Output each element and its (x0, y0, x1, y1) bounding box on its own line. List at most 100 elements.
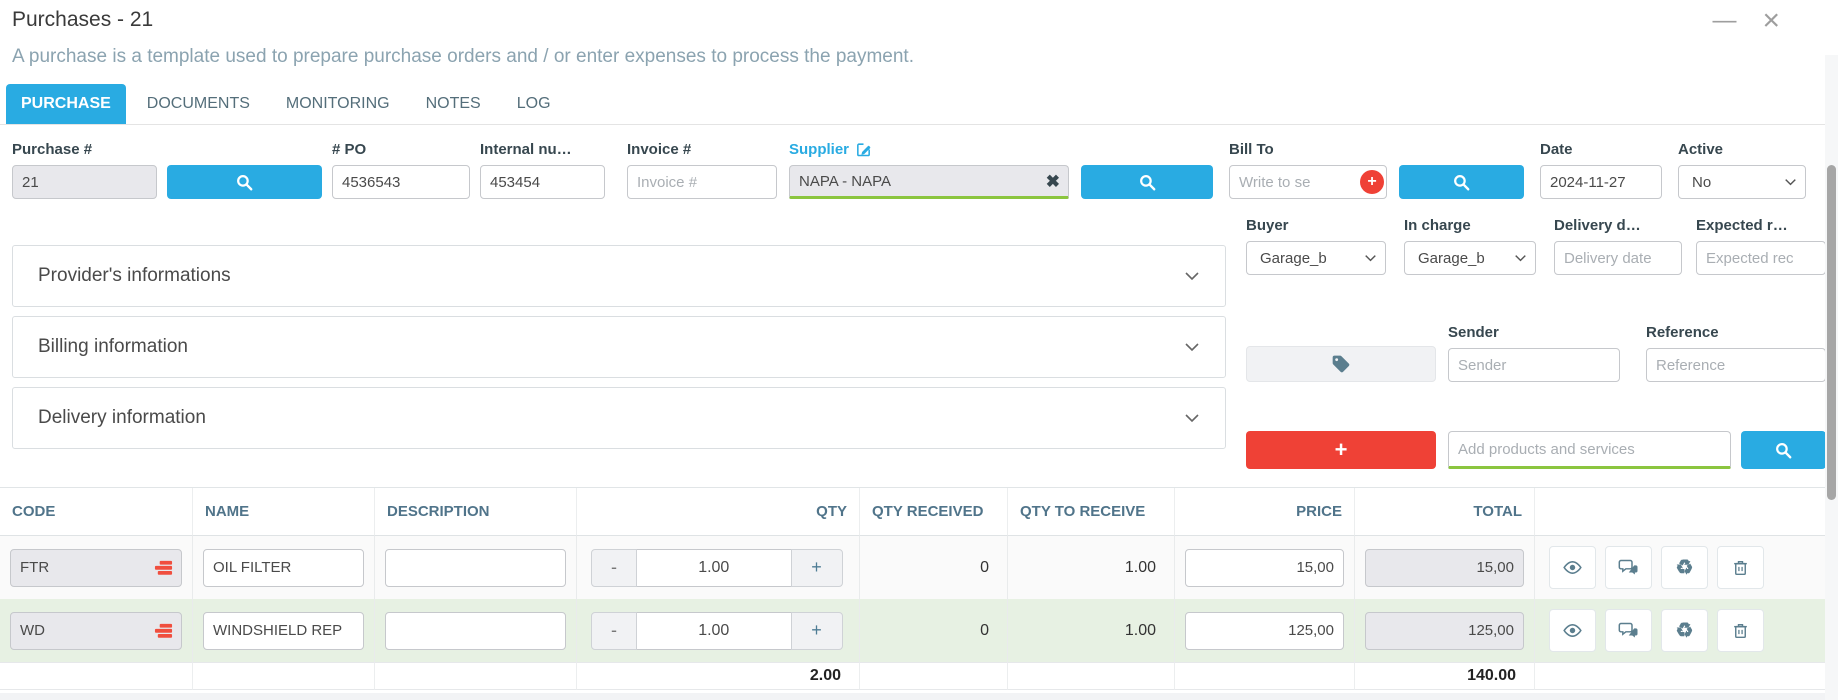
table-header-row: CODE NAME DESCRIPTION QTY QTY RECEIVED Q… (0, 488, 1838, 536)
supplier-field: Supplier ✖ (789, 141, 1069, 199)
qty-input[interactable] (637, 549, 791, 587)
chevron-down-icon (1510, 254, 1527, 262)
delivery-date-input[interactable] (1554, 241, 1682, 275)
in-charge-select[interactable]: Garage_b (1404, 241, 1536, 275)
purchases-modal: Purchases - 21 — × A purchase is a templ… (0, 0, 1838, 690)
comment-button[interactable] (1605, 609, 1652, 652)
stock-lines-icon[interactable] (154, 622, 173, 639)
recycle-icon: ♻ (1676, 621, 1694, 641)
qty-input[interactable] (637, 612, 791, 650)
reference-label: Reference (1646, 324, 1826, 341)
qty-increase-button[interactable]: + (791, 612, 843, 650)
price-input[interactable] (1185, 549, 1344, 587)
qty-decrease-button[interactable]: - (591, 612, 637, 650)
add-contact-badge[interactable]: + (1360, 170, 1384, 194)
plus-icon: + (1335, 437, 1348, 463)
sender-reference-row: Sender Reference (1246, 324, 1826, 382)
search-icon (235, 173, 254, 192)
in-charge-label: In charge (1404, 217, 1536, 234)
in-charge-select-value: Garage_b (1414, 250, 1485, 267)
invoice-number-field: Invoice # (627, 141, 777, 199)
chevron-down-icon (1184, 413, 1200, 423)
tags-button[interactable] (1246, 346, 1436, 382)
sender-label: Sender (1448, 324, 1620, 341)
search-icon (1138, 173, 1157, 192)
tab-notes[interactable]: NOTES (411, 84, 496, 124)
description-input[interactable] (385, 549, 566, 587)
buyer-label: Buyer (1246, 217, 1386, 234)
clear-supplier-icon[interactable]: ✖ (1046, 172, 1060, 192)
section-billing-information[interactable]: Billing information (12, 316, 1226, 378)
col-header-actions (1535, 488, 1838, 536)
supplier-search-button[interactable] (1081, 165, 1213, 199)
assignment-row: Buyer Garage_b In charge Garage_b (1246, 217, 1826, 275)
edit-supplier-icon[interactable] (855, 141, 872, 158)
po-number-field: # PO (332, 141, 470, 199)
stock-lines-icon[interactable] (154, 559, 173, 576)
delivery-date-label: Delivery d… (1554, 217, 1682, 234)
add-products-input[interactable] (1448, 431, 1731, 469)
qty-received-value: 0 (860, 536, 1008, 599)
supplier-label: Supplier (789, 141, 849, 158)
scrollbar-thumb[interactable] (1827, 165, 1836, 500)
description-input[interactable] (385, 612, 566, 650)
chat-icon (1618, 557, 1639, 578)
delete-button[interactable] (1717, 609, 1764, 652)
buyer-field: Buyer Garage_b (1246, 217, 1386, 275)
col-header-name: NAME (193, 488, 375, 536)
qty-received-value: 0 (860, 599, 1008, 662)
date-field: Date (1540, 141, 1662, 199)
purchase-search-button[interactable] (167, 165, 322, 199)
invoice-number-input[interactable] (627, 165, 777, 199)
recycle-button[interactable]: ♻ (1661, 546, 1708, 589)
right-column: Buyer Garage_b In charge Garage_b (1246, 217, 1826, 469)
trash-icon (1731, 621, 1750, 641)
view-button[interactable] (1549, 546, 1596, 589)
date-input[interactable] (1540, 165, 1662, 199)
close-icon[interactable]: × (1762, 10, 1780, 32)
qty-to-receive-value: 1.00 (1008, 599, 1175, 662)
page-subtitle: A purchase is a template used to prepare… (12, 46, 1826, 68)
grand-total-value: 140.00 (1355, 662, 1535, 690)
view-button[interactable] (1549, 609, 1596, 652)
bill-to-search-button[interactable] (1399, 165, 1524, 199)
sender-input[interactable] (1448, 348, 1620, 382)
po-number-input[interactable] (332, 165, 470, 199)
eye-icon (1562, 557, 1583, 578)
internal-number-input[interactable] (480, 165, 605, 199)
reference-input[interactable] (1646, 348, 1826, 382)
active-label: Active (1678, 141, 1806, 158)
supplier-input[interactable] (789, 165, 1069, 199)
price-input[interactable] (1185, 612, 1344, 650)
qty-stepper: - + (591, 612, 843, 650)
trash-icon (1731, 558, 1750, 578)
purchase-number-field: Purchase # (12, 141, 157, 199)
recycle-button[interactable]: ♻ (1661, 609, 1708, 652)
reference-field: Reference (1646, 324, 1826, 382)
modal-footer-strip (0, 693, 1838, 700)
qty-decrease-button[interactable]: - (591, 549, 637, 587)
expected-receipt-input[interactable] (1696, 241, 1826, 275)
products-search-button[interactable] (1741, 431, 1826, 469)
tab-purchase[interactable]: PURCHASE (6, 84, 126, 124)
tab-monitoring[interactable]: MONITORING (271, 84, 405, 124)
active-select[interactable]: No (1678, 165, 1806, 199)
buyer-select[interactable]: Garage_b (1246, 241, 1386, 275)
add-line-button[interactable]: + (1246, 431, 1436, 469)
section-providers-informations[interactable]: Provider's informations (12, 245, 1226, 307)
delete-button[interactable] (1717, 546, 1764, 589)
name-input[interactable] (203, 612, 364, 650)
tab-documents[interactable]: DOCUMENTS (132, 84, 265, 124)
section-delivery-information[interactable]: Delivery information (12, 387, 1226, 449)
internal-number-label: Internal nu… (480, 141, 605, 158)
minimize-icon[interactable]: — (1712, 10, 1736, 32)
comment-button[interactable] (1605, 546, 1652, 589)
name-input[interactable] (203, 549, 364, 587)
tab-log[interactable]: LOG (502, 84, 566, 124)
internal-number-field: Internal nu… (480, 141, 605, 199)
products-table: CODE NAME DESCRIPTION QTY QTY RECEIVED Q… (0, 487, 1838, 690)
col-header-description: DESCRIPTION (375, 488, 577, 536)
qty-increase-button[interactable]: + (791, 549, 843, 587)
qty-stepper: - + (591, 549, 843, 587)
chevron-down-icon (1780, 178, 1797, 186)
